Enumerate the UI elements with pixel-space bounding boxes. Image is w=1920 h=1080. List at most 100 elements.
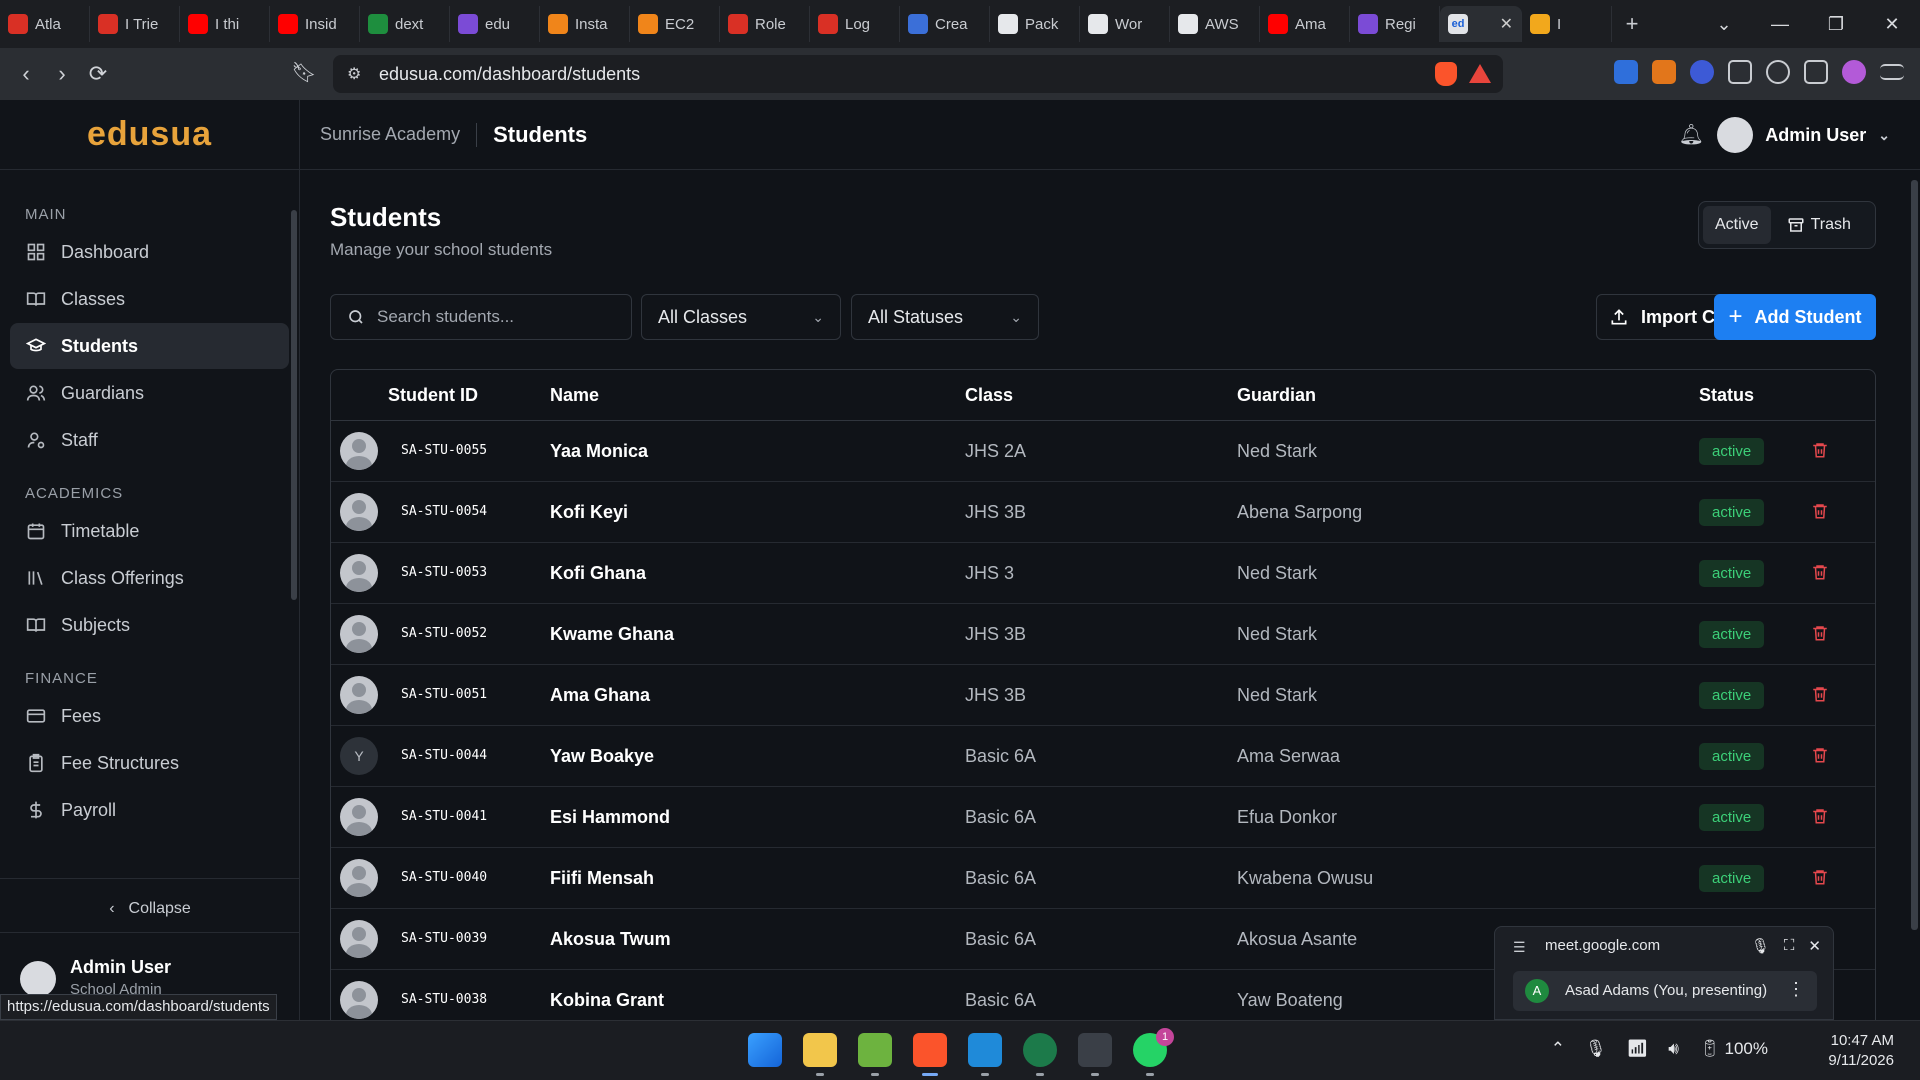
search-input[interactable] — [377, 307, 617, 327]
browser-tab[interactable]: Insid — [270, 6, 360, 42]
toggle-active-button[interactable]: Active — [1703, 206, 1771, 244]
main-scrollbar[interactable] — [1911, 180, 1918, 930]
student-name-cell[interactable]: Yaa Monica — [550, 441, 648, 462]
collapse-button[interactable]: ‹ Collapse — [0, 900, 300, 918]
browser-tab-active[interactable]: ed ✕ — [1440, 6, 1522, 42]
trash-icon[interactable] — [1811, 501, 1831, 523]
trash-icon[interactable] — [1811, 806, 1831, 828]
table-row[interactable]: SA-STU-0055 Yaa Monica JHS 2A Ned Stark acti… — [331, 421, 1875, 482]
header-class[interactable]: Class — [965, 385, 1013, 406]
microphone-icon[interactable]: 🎙︎ — [1751, 937, 1770, 955]
browser-tab[interactable]: AWS — [1170, 6, 1260, 42]
clock[interactable]: 10:47 AM 9/11/2026 — [1828, 1031, 1894, 1071]
add-student-button[interactable]: + Add Student — [1714, 294, 1876, 340]
wifi-icon[interactable]: 📶︎ — [1627, 1039, 1649, 1059]
extension-vpn-icon[interactable] — [1614, 60, 1638, 84]
sidebar-item-guardians[interactable]: Guardians — [10, 370, 289, 416]
trash-icon[interactable] — [1811, 440, 1831, 462]
browser-tab[interactable]: Pack — [990, 6, 1080, 42]
browser-tab[interactable]: edu — [450, 6, 540, 42]
profile-avatar[interactable] — [1842, 60, 1866, 84]
trash-icon[interactable] — [1811, 745, 1831, 767]
browser-tab[interactable]: Atla — [0, 6, 90, 42]
class-filter-select[interactable]: All Classes ⌄ — [641, 294, 841, 340]
trash-icon[interactable] — [1811, 562, 1831, 584]
close-icon[interactable]: ✕ — [1808, 937, 1821, 955]
sidebar-item-dashboard[interactable]: Dashboard — [10, 229, 289, 275]
header-name[interactable]: Name — [550, 385, 599, 406]
browser-tab[interactable]: Insta — [540, 6, 630, 42]
media-icon[interactable] — [1766, 60, 1790, 84]
trash-icon[interactable] — [1811, 684, 1831, 706]
browser-tab[interactable]: I thi — [180, 6, 270, 42]
status-filter-select[interactable]: All Statuses ⌄ — [851, 294, 1039, 340]
windows-start-icon[interactable] — [748, 1033, 782, 1067]
sidebar-item-timetable[interactable]: Timetable — [10, 508, 289, 554]
table-row[interactable]: SA-STU-0040 Fiifi Mensah Basic 6A Kwabena O… — [331, 848, 1875, 909]
sidebar-toggle-icon[interactable] — [1804, 60, 1828, 84]
trash-icon[interactable] — [1811, 623, 1831, 645]
presenter-row[interactable]: A Asad Adams (You, presenting) ⋮ — [1513, 971, 1817, 1011]
table-row[interactable]: SA-STU-0051 Ama Ghana JHS 3B Ned Stark activ… — [331, 665, 1875, 726]
sidebar-item-class-offerings[interactable]: Class Offerings — [10, 555, 289, 601]
sidebar-item-fee-structures[interactable]: Fee Structures — [10, 740, 289, 786]
more-vert-icon[interactable]: ⋮ — [1787, 979, 1805, 1000]
sidebar-item-classes[interactable]: Classes — [10, 276, 289, 322]
close-tab-icon[interactable]: ✕ — [1500, 14, 1513, 34]
logo[interactable]: edusua — [0, 100, 299, 170]
forward-button[interactable]: › — [44, 61, 80, 87]
browser-tab[interactable]: Role — [720, 6, 810, 42]
student-name-cell[interactable]: Fiifi Mensah — [550, 868, 654, 889]
microphone-icon[interactable]: 🎙︎ — [1585, 1039, 1607, 1059]
browser-tab[interactable]: Log — [810, 6, 900, 42]
table-row[interactable]: Y SA-STU-0044 Yaw Boakye Basic 6A Ama Serwaa… — [331, 726, 1875, 787]
battery-icon[interactable]: 🔋︎ — [1699, 1039, 1721, 1059]
student-name-cell[interactable]: Kofi Ghana — [550, 563, 646, 584]
browser-tab[interactable]: I Trie — [90, 6, 180, 42]
sidebar-scrollbar[interactable] — [291, 210, 297, 600]
bookmark-icon[interactable]: 🔖︎ — [286, 60, 322, 85]
sidebar-item-students[interactable]: Students — [10, 323, 289, 369]
minimize-button[interactable]: — — [1752, 14, 1808, 35]
breadcrumb-school[interactable]: Sunrise Academy — [320, 124, 460, 145]
student-name-cell[interactable]: Kofi Keyi — [550, 502, 628, 523]
browser-tab[interactable]: Regi — [1350, 6, 1440, 42]
reload-button[interactable]: ⟳ — [80, 61, 116, 87]
notepad-icon[interactable] — [858, 1033, 892, 1076]
browser-tab-recording[interactable]: I — [1522, 6, 1612, 42]
menu-icon[interactable] — [1880, 64, 1904, 80]
bell-icon[interactable]: 🔔︎ — [1679, 122, 1704, 147]
extension-tool-icon[interactable] — [1690, 60, 1714, 84]
student-name-cell[interactable]: Akosua Twum — [550, 929, 671, 950]
browser-tab[interactable]: dext — [360, 6, 450, 42]
student-name-cell[interactable]: Kwame Ghana — [550, 624, 674, 645]
brave-browser-icon[interactable] — [913, 1033, 947, 1076]
browser-tab[interactable]: Ama — [1260, 6, 1350, 42]
trash-icon[interactable] — [1811, 867, 1831, 889]
extension-metamask-icon[interactable] — [1652, 60, 1676, 84]
maximize-button[interactable]: ❐ — [1808, 14, 1864, 35]
header-guardian[interactable]: Guardian — [1237, 385, 1316, 406]
tab-search-icon[interactable]: ⌄ — [1696, 14, 1752, 35]
terminal-icon[interactable] — [1078, 1033, 1112, 1076]
chevron-up-icon[interactable]: ⌃ — [1551, 1039, 1565, 1059]
sidebar-item-fees[interactable]: Fees — [10, 693, 289, 739]
table-row[interactable]: SA-STU-0052 Kwame Ghana JHS 3B Ned Stark act… — [331, 604, 1875, 665]
back-button[interactable]: ‹ — [8, 61, 44, 87]
student-name-cell[interactable]: Yaw Boakye — [550, 746, 654, 767]
student-name-cell[interactable]: Ama Ghana — [550, 685, 650, 706]
sidebar-item-payroll[interactable]: Payroll — [10, 787, 289, 833]
close-window-button[interactable]: ✕ — [1864, 14, 1920, 35]
student-name-cell[interactable]: Esi Hammond — [550, 807, 670, 828]
sidebar-item-staff[interactable]: Staff — [10, 417, 289, 463]
file-explorer-icon[interactable] — [803, 1033, 837, 1076]
browser-tab[interactable]: Wor — [1080, 6, 1170, 42]
app-circle-icon[interactable] — [1023, 1033, 1057, 1076]
brave-shields-icon[interactable] — [1435, 62, 1457, 86]
user-menu[interactable]: Admin User ⌄ — [1717, 117, 1890, 153]
site-settings-icon[interactable]: ⚙ — [347, 64, 361, 84]
toggle-trash-button[interactable]: Trash — [1775, 206, 1863, 244]
table-row[interactable]: SA-STU-0041 Esi Hammond Basic 6A Efua Donko… — [331, 787, 1875, 848]
brave-rewards-icon[interactable] — [1469, 64, 1491, 83]
expand-icon[interactable]: ⛶ — [1784, 937, 1795, 955]
